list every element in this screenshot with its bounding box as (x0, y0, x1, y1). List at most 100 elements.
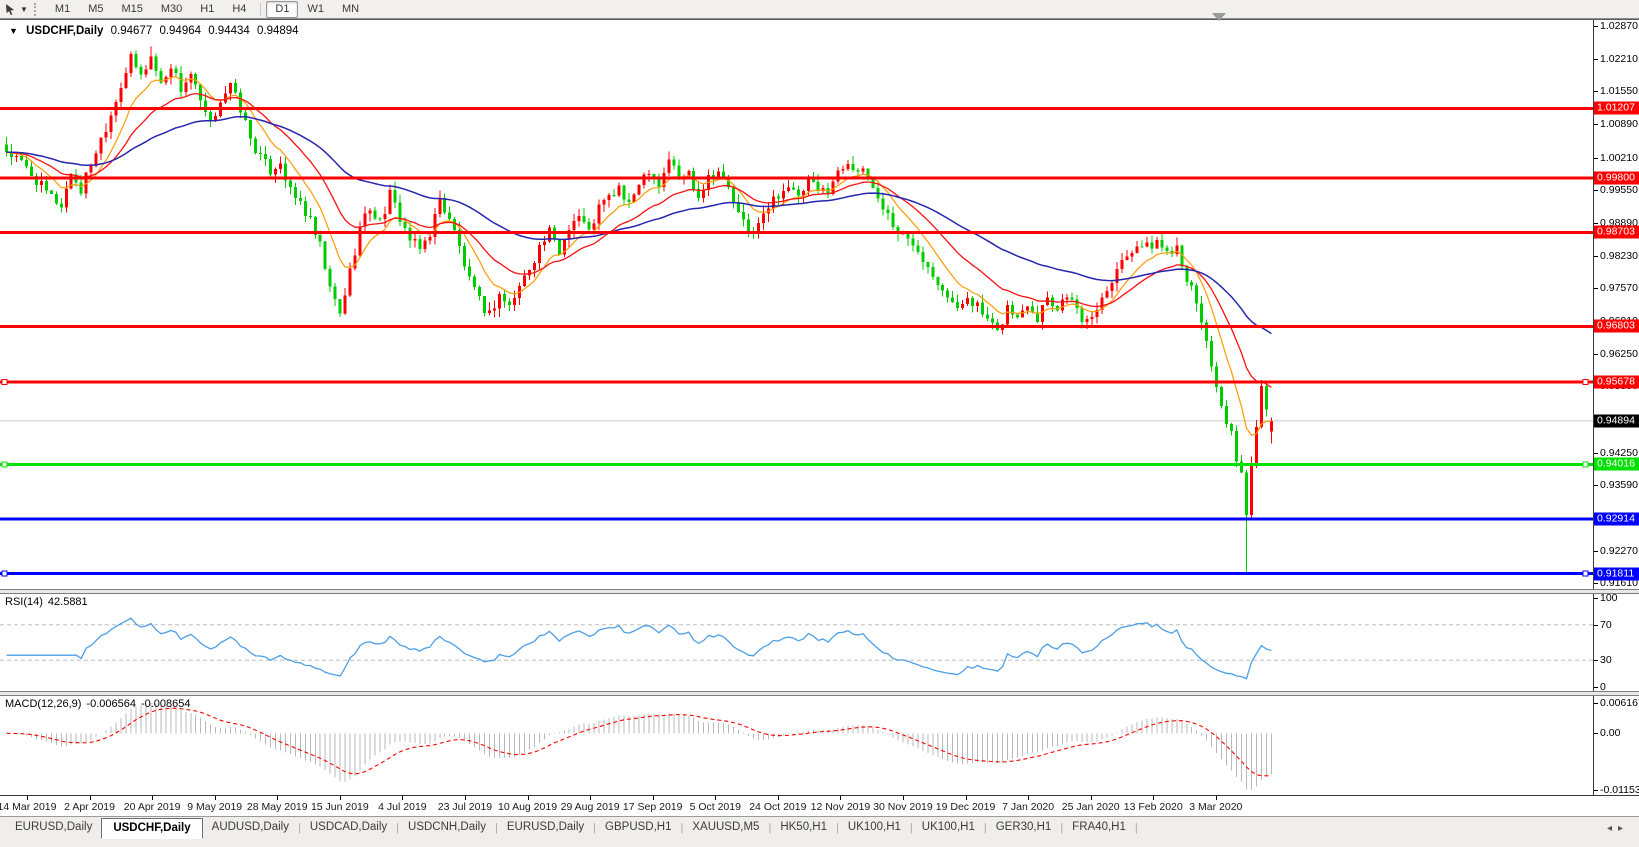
level-price-label[interactable]: 1.01207 (1594, 102, 1639, 115)
panel-splitter[interactable] (0, 589, 1639, 594)
date-tick (27, 796, 28, 800)
panel-splitter[interactable] (0, 691, 1639, 696)
level-price-label[interactable]: 0.91811 (1594, 567, 1639, 580)
timeframe-toolbar: ▼ M1M5M15M30H1H4 D1W1MN (0, 0, 1639, 19)
date-tick (528, 796, 529, 800)
price-tick (1594, 288, 1598, 289)
line-handle[interactable] (1583, 571, 1588, 576)
chart-tab-bar: EURUSD,DailyUSDCHF,DailyAUDUSD,Daily|USD… (0, 816, 1639, 847)
chart-tab-audusd-daily[interactable]: AUDUSD,Daily (203, 818, 298, 837)
date-tick (277, 796, 278, 800)
price-tick-label: 1.00210 (1600, 152, 1638, 164)
tab-scroll-arrows[interactable]: ◂▸ (1607, 818, 1635, 834)
level-price-label[interactable]: 0.94016 (1594, 458, 1639, 471)
price-tick (1594, 91, 1598, 92)
line-handle[interactable] (2, 380, 7, 385)
rsi-axis-tick (1594, 625, 1598, 626)
chart-title: ▼ USDCHF,Daily 0.94677 0.94964 0.94434 0… (9, 25, 303, 37)
rsi-value: 42.5881 (48, 596, 88, 608)
price-tick (1594, 158, 1598, 159)
macd-axis-tick (1594, 703, 1598, 704)
line-handle[interactable] (1583, 380, 1588, 385)
chart-tab-xauusd-m5[interactable]: XAUUSD,M5 (683, 818, 768, 837)
ma-21-line (7, 94, 1272, 388)
rsi-panel (0, 594, 1593, 691)
rsi-axis-tick (1594, 598, 1598, 599)
price-tick-label: 0.97570 (1600, 282, 1638, 294)
timeframe-button-w1[interactable]: W1 (298, 1, 333, 18)
price-tick-label: 1.01550 (1600, 85, 1638, 97)
level-price-label[interactable]: 0.98703 (1594, 226, 1639, 239)
chart-tab-uk100-h1[interactable]: UK100,H1 (839, 818, 910, 837)
chart-shift-marker[interactable] (1212, 13, 1226, 21)
date-label: 19 Dec 2019 (936, 801, 996, 813)
date-label: 10 Aug 2019 (498, 801, 557, 813)
price-tick (1594, 453, 1598, 454)
chart-tab-ger30-h1[interactable]: GER30,H1 (987, 818, 1061, 837)
current-price-label: 0.94894 (1594, 414, 1639, 427)
price-tick-label: 0.99550 (1600, 184, 1638, 196)
chart-tab-usdchf-daily[interactable]: USDCHF,Daily (101, 818, 202, 839)
date-label: 23 Jul 2019 (438, 801, 492, 813)
ohlc-low: 0.94434 (208, 25, 250, 37)
rsi-axis-label: 30 (1600, 654, 1612, 666)
line-handle[interactable] (2, 571, 7, 576)
date-tick (903, 796, 904, 800)
date-tick (215, 796, 216, 800)
date-tick (840, 796, 841, 800)
chart-tab-uk100-h1[interactable]: UK100,H1 (913, 818, 984, 837)
date-label: 7 Jan 2020 (1002, 801, 1054, 813)
scroll-left-icon[interactable]: ◂ (1607, 823, 1618, 834)
date-tick (1091, 796, 1092, 800)
chart-tab-hk50-h1[interactable]: HK50,H1 (771, 818, 836, 837)
candles-layer (5, 46, 1273, 573)
scroll-right-icon[interactable]: ▸ (1618, 823, 1629, 834)
date-label: 14 Mar 2019 (0, 801, 56, 813)
macd-label: MACD(12,26,9)-0.006564-0.008654 (5, 698, 196, 710)
level-price-label[interactable]: 0.95678 (1594, 376, 1639, 389)
timeframe-button-m5[interactable]: M5 (79, 1, 112, 18)
timeframe-button-m30[interactable]: M30 (152, 1, 191, 18)
symbol-name: USDCHF,Daily (26, 25, 103, 37)
rsi-axis-tick (1594, 660, 1598, 661)
date-label: 12 Nov 2019 (811, 801, 871, 813)
price-tick (1594, 124, 1598, 125)
level-price-label[interactable]: 0.99800 (1594, 171, 1639, 184)
chart-tab-fra40-h1[interactable]: FRA40,H1 (1063, 818, 1135, 837)
price-chart (0, 20, 1593, 589)
macd-axis-tick (1594, 790, 1598, 791)
price-tick-label: 1.02210 (1600, 53, 1638, 65)
date-label: 15 Jun 2019 (311, 801, 369, 813)
date-tick (152, 796, 153, 800)
timeframe-button-mn[interactable]: MN (333, 1, 368, 18)
toolbar-grip[interactable] (34, 3, 40, 16)
timeframe-button-m1[interactable]: M1 (46, 1, 79, 18)
date-label: 20 Apr 2019 (124, 801, 181, 813)
chart-tab-gbpusd-h1[interactable]: GBPUSD,H1 (596, 818, 680, 837)
chart-tab-usdcnh-daily[interactable]: USDCNH,Daily (399, 818, 495, 837)
date-label: 5 Oct 2019 (690, 801, 741, 813)
collapse-icon[interactable]: ▼ (9, 26, 18, 36)
chart-tab-eurusd-daily[interactable]: EURUSD,Daily (6, 818, 101, 837)
line-handle[interactable] (2, 462, 7, 467)
toolbar-separator (260, 3, 261, 16)
rsi-axis-label: 70 (1600, 619, 1612, 631)
level-price-label[interactable]: 0.96803 (1594, 320, 1639, 333)
date-label: 24 Oct 2019 (749, 801, 806, 813)
timeframe-button-h1[interactable]: H1 (191, 1, 223, 18)
chart-tab-usdcad-daily[interactable]: USDCAD,Daily (301, 818, 396, 837)
timeframe-button-h4[interactable]: H4 (223, 1, 255, 18)
chevron-down-icon[interactable]: ▼ (20, 5, 28, 14)
timeframe-button-d1[interactable]: D1 (266, 1, 298, 18)
date-tick (653, 796, 654, 800)
line-handle[interactable] (1583, 462, 1588, 467)
rsi-line (7, 618, 1272, 679)
price-tick (1594, 59, 1598, 60)
price-tick (1594, 190, 1598, 191)
macd-axis-label: 0.006167 (1600, 697, 1639, 709)
chart-tab-eurusd-daily[interactable]: EURUSD,Daily (498, 818, 593, 837)
timeframe-button-m15[interactable]: M15 (112, 1, 151, 18)
level-price-label[interactable]: 0.92914 (1594, 512, 1639, 525)
cursor-tool-icon[interactable] (3, 2, 19, 16)
rsi-label: RSI(14)42.5881 (5, 596, 93, 608)
